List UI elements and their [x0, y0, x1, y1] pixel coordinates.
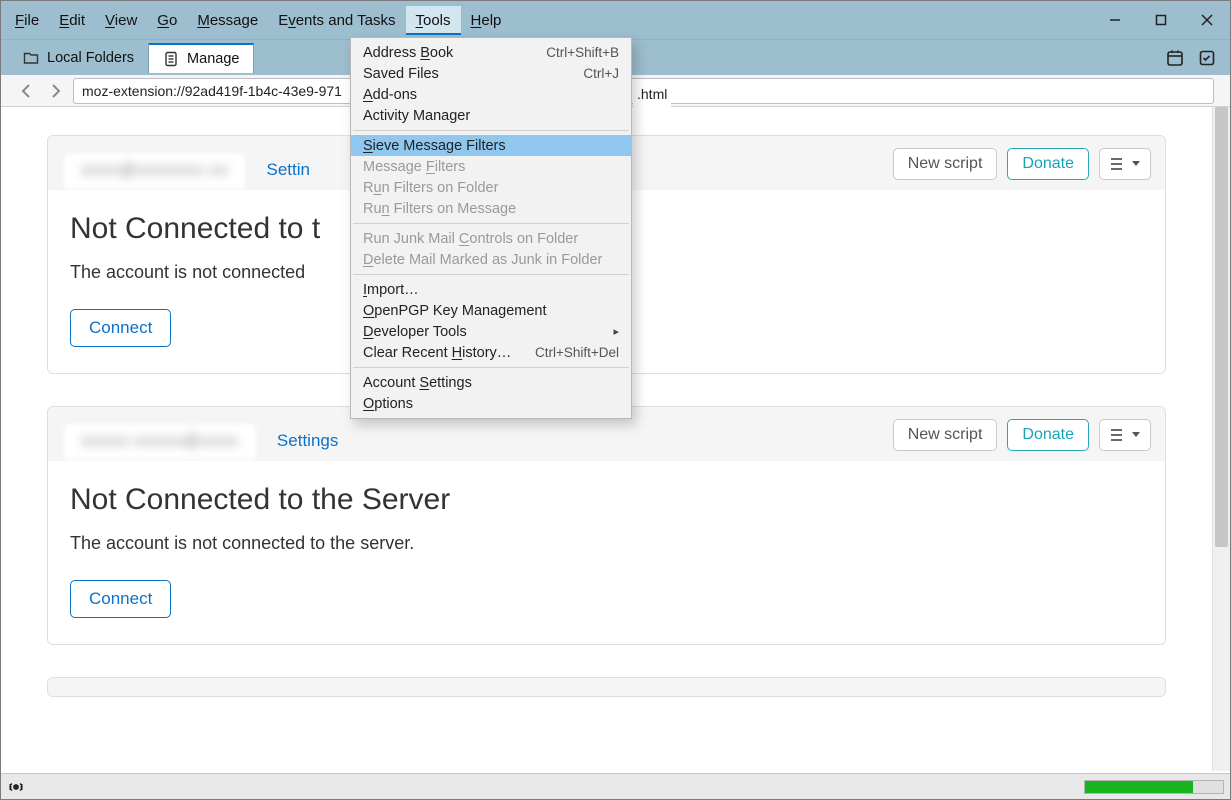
account-tab[interactable]: xxxxx-xxxxx@xxxx [62, 422, 258, 459]
connect-button[interactable]: Connect [70, 309, 171, 347]
tab-manage-sieve[interactable]: Manage [149, 43, 254, 73]
tab-label: Manage [187, 51, 239, 67]
status-bar [1, 773, 1230, 799]
donate-button[interactable]: Donate [1007, 148, 1089, 180]
vertical-scrollbar[interactable] [1212, 107, 1230, 771]
shortcut: Ctrl+J [583, 66, 619, 81]
tools-dropdown[interactable]: Address BookCtrl+Shift+BSaved FilesCtrl+… [350, 37, 632, 419]
menu-item-clear-recent-history[interactable]: Clear Recent History…Ctrl+Shift+Del [351, 342, 631, 363]
url-text-left: moz-extension://92ad419f-1b4c-43e9-971 [82, 83, 342, 99]
menu-tools[interactable]: Tools [406, 6, 461, 35]
menu-separator [353, 367, 629, 368]
forward-button[interactable] [45, 81, 65, 101]
close-button[interactable] [1184, 1, 1230, 39]
hamburger-icon [1110, 428, 1126, 442]
menu-message[interactable]: Message [187, 6, 268, 35]
menu-separator [353, 274, 629, 275]
document-icon [163, 51, 179, 67]
menu-item-add-ons[interactable]: Add-ons [351, 84, 631, 105]
progress-bar [1084, 780, 1224, 794]
new-script-button[interactable]: New script [893, 148, 998, 180]
submenu-arrow-icon: ▸ [613, 325, 619, 338]
menu-item-run-filters-on-message: Run Filters on Message [351, 198, 631, 219]
account-card: xxxxx-xxxxx@xxxx Settings New script Donate… [47, 406, 1166, 645]
window-controls [1092, 1, 1230, 39]
donate-button[interactable]: Donate [1007, 419, 1089, 451]
shortcut: Ctrl+Shift+B [546, 45, 619, 60]
menu-go[interactable]: Go [147, 6, 187, 35]
menu-item-developer-tools[interactable]: Developer Tools▸ [351, 321, 631, 342]
menu-item-delete-mail-marked-as-junk-in-folder: Delete Mail Marked as Junk in Folder [351, 249, 631, 270]
menu-button[interactable] [1099, 148, 1151, 180]
tasks-icon[interactable] [1198, 49, 1216, 67]
scrollbar-thumb[interactable] [1215, 107, 1228, 547]
menu-item-options[interactable]: Options [351, 393, 631, 414]
menu-item-run-filters-on-folder: Run Filters on Folder [351, 177, 631, 198]
menu-item-address-book[interactable]: Address BookCtrl+Shift+B [351, 42, 631, 63]
card-header [48, 678, 1165, 697]
activity-icon [7, 778, 25, 796]
menu-item-saved-files[interactable]: Saved FilesCtrl+J [351, 63, 631, 84]
account-name: xxxx@xxxxxxx.xx [81, 160, 228, 179]
account-tab[interactable]: xxxx@xxxxxxx.xx [62, 151, 247, 188]
menu-item-sieve-message-filters[interactable]: Sieve Message Filters [351, 135, 631, 156]
tab-label: Local Folders [47, 50, 134, 66]
card-message: The account is not connected to the serv… [70, 533, 1143, 554]
menu-separator [353, 130, 629, 131]
url-text-right: .html [633, 81, 671, 107]
back-button[interactable] [17, 81, 37, 101]
shortcut: Ctrl+Shift+Del [535, 345, 619, 360]
titlebar: FileEditViewGoMessageEvents and TasksToo… [1, 1, 1230, 39]
menu-separator [353, 223, 629, 224]
card-heading: Not Connected to the Server [70, 483, 1143, 517]
menu-button[interactable] [1099, 419, 1151, 451]
progress-fill [1085, 781, 1193, 793]
menu-view[interactable]: View [95, 6, 147, 35]
settings-tab[interactable]: Settin [247, 151, 328, 188]
menu-item-activity-manager[interactable]: Activity Manager [351, 105, 631, 126]
menu-item-openpgp-key-management[interactable]: OpenPGP Key Management [351, 300, 631, 321]
menu-item-import[interactable]: Import… [351, 279, 631, 300]
menu-help[interactable]: Help [461, 6, 512, 35]
card-body: Not Connected to the Server The account i… [48, 461, 1165, 644]
chevron-down-icon [1132, 432, 1140, 438]
menu-item-message-filters: Message Filters [351, 156, 631, 177]
menubar: FileEditViewGoMessageEvents and TasksToo… [1, 1, 515, 39]
account-card [47, 677, 1166, 697]
tab-local-folders[interactable]: Local Folders [9, 43, 149, 73]
connect-button[interactable]: Connect [70, 580, 171, 618]
chevron-down-icon [1132, 161, 1140, 167]
minimize-button[interactable] [1092, 1, 1138, 39]
settings-tab[interactable]: Settings [258, 422, 357, 459]
maximize-button[interactable] [1138, 1, 1184, 39]
account-name: xxxxx-xxxxx@xxxx [81, 431, 239, 450]
calendar-icon[interactable] [1166, 49, 1184, 67]
hamburger-icon [1110, 157, 1126, 171]
menu-file[interactable]: File [5, 6, 49, 35]
menu-events-and-tasks[interactable]: Events and Tasks [268, 6, 405, 35]
new-script-button[interactable]: New script [893, 419, 998, 451]
folder-icon [23, 50, 39, 66]
menu-item-run-junk-mail-controls-on-folder: Run Junk Mail Controls on Folder [351, 228, 631, 249]
menu-item-account-settings[interactable]: Account Settings [351, 372, 631, 393]
menu-edit[interactable]: Edit [49, 6, 95, 35]
